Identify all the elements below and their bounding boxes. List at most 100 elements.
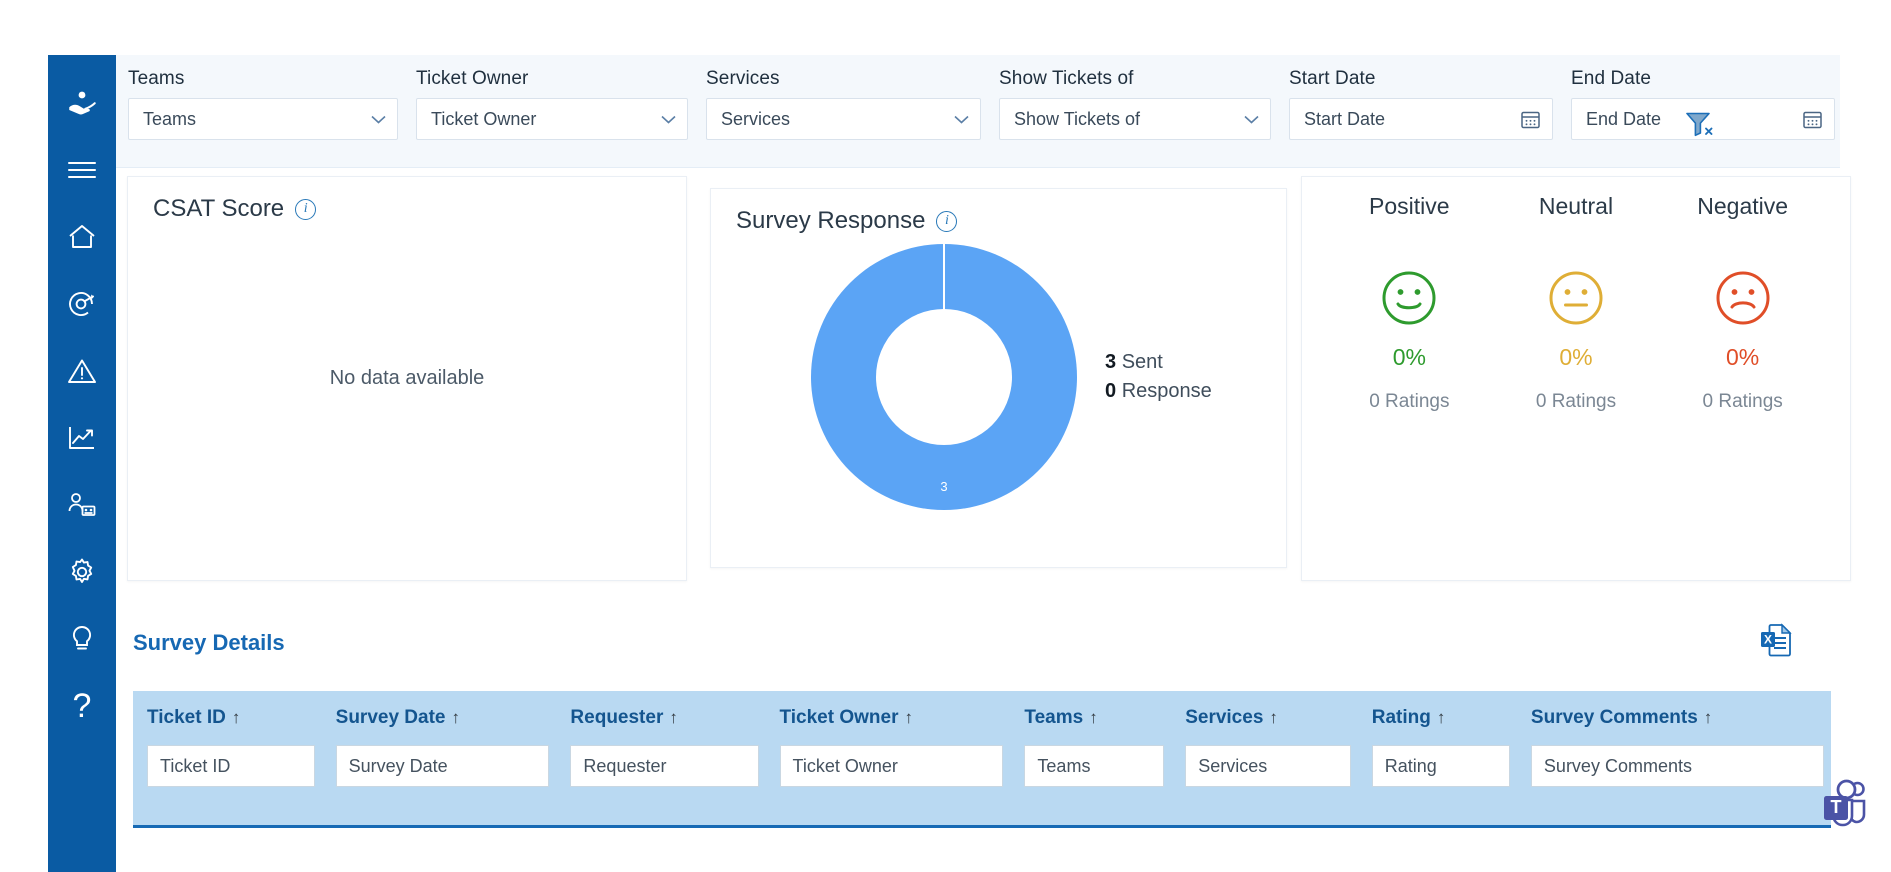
donut-chart[interactable]: 3 — [811, 244, 1077, 510]
column-header-survey-date[interactable]: Survey Date ↑ — [321, 691, 557, 745]
sentiment-neutral: Neutral 0% 0 Ratings — [1496, 193, 1656, 580]
filter-services-label: Services — [706, 68, 780, 89]
sentiment-negative-ratings: 0 Ratings — [1702, 391, 1783, 412]
dashboard-gauge-icon[interactable] — [48, 270, 116, 337]
csat-score-card: CSAT Score i No data available — [127, 176, 687, 581]
filter-cell-ticket-owner: Ticket Owner — [765, 745, 1011, 801]
filter-cell-teams: Teams — [1010, 745, 1172, 801]
table-bottom-border — [133, 825, 1831, 828]
calendar-icon[interactable] — [1520, 109, 1541, 130]
sentiment-positive-percent: 0% — [1392, 344, 1426, 370]
left-sidebar: ? — [48, 55, 116, 872]
sort-asc-icon[interactable]: ↑ — [232, 708, 241, 727]
legend-sent: 3 Sent — [1105, 348, 1212, 377]
svg-text:X: X — [1764, 633, 1772, 647]
teams-dropdown[interactable]: Teams — [128, 98, 398, 140]
sort-asc-icon[interactable]: ↑ — [451, 708, 460, 727]
filter-input-rating[interactable]: Rating — [1371, 745, 1510, 787]
table-filter-row: Ticket ID Survey Date Requester Ticket O… — [133, 745, 1831, 801]
sentiment-positive-ratings: 0 Ratings — [1369, 391, 1450, 412]
donut-gap — [943, 244, 945, 310]
table-header-row: Ticket ID ↑ Survey Date ↑ Requester ↑ Ticke… — [133, 691, 1831, 745]
chevron-down-icon — [954, 111, 969, 128]
filter-input-services[interactable]: Services — [1185, 745, 1351, 787]
sentiment-negative-percent: 0% — [1726, 344, 1760, 370]
start-date-value: Start Date — [1304, 108, 1386, 129]
legend-response-label: Response — [1121, 380, 1212, 402]
teams-dropdown-value: Teams — [143, 108, 197, 129]
user-management-icon[interactable] — [48, 471, 116, 538]
filter-start-date: Start Date Start Date — [1289, 68, 1553, 140]
kpi-cards-row: CSAT Score i No data available Survey Re… — [116, 176, 1851, 600]
ticket-owner-dropdown[interactable]: Ticket Owner — [416, 98, 688, 140]
sentiment-neutral-ratings: 0 Ratings — [1535, 391, 1617, 412]
analytics-chart-icon[interactable] — [48, 404, 116, 471]
column-header-survey-comments[interactable]: Survey Comments ↑ — [1516, 691, 1831, 745]
column-header-ticket-id[interactable]: Ticket ID ↑ — [133, 691, 322, 745]
filter-cell-requester: Requester — [556, 745, 766, 801]
sort-asc-icon[interactable]: ↑ — [669, 708, 678, 727]
sort-asc-icon[interactable]: ↑ — [1269, 708, 1278, 727]
filter-input-ticket-owner[interactable]: Ticket Owner — [779, 745, 1004, 787]
filter-show-tickets-of: Show Tickets of Show Tickets of — [999, 68, 1271, 140]
legend-sent-label: Sent — [1121, 351, 1163, 373]
filter-cell-ticket-id: Ticket ID — [133, 745, 322, 801]
alert-warning-icon[interactable] — [48, 337, 116, 404]
sentiment-negative: Negative 0% 0 Ratings — [1663, 193, 1823, 580]
filter-input-requester[interactable]: Requester — [570, 745, 759, 787]
survey-response-chart: 3 3 Sent 0 Response — [811, 244, 1212, 510]
info-icon[interactable]: i — [936, 210, 958, 232]
smiley-happy-icon — [1329, 268, 1489, 328]
legend-sent-value: 3 — [1105, 351, 1117, 373]
help-question-icon[interactable]: ? — [48, 672, 116, 739]
clear-filter-funnel-icon[interactable] — [1680, 104, 1720, 144]
donut-legend: 3 Sent 0 Response — [1105, 348, 1212, 406]
sort-asc-icon[interactable]: ↑ — [1704, 708, 1713, 727]
survey-details-table: Ticket ID ↑ Survey Date ↑ Requester ↑ Ticke… — [133, 691, 1831, 801]
chevron-down-icon — [1244, 111, 1259, 128]
csat-dashboard-page: ? Teams Teams Ticket Owner Ticket Owner — [0, 0, 1891, 872]
filter-input-teams[interactable]: Teams — [1024, 745, 1165, 787]
sentiment-card: Positive 0% 0 Ratings Neutral 0% 0 Ratin… — [1301, 176, 1851, 581]
sort-asc-icon[interactable]: ↑ — [1437, 708, 1446, 727]
sentiment-neutral-label: Neutral — [1538, 193, 1614, 219]
support-hand-icon[interactable] — [48, 69, 116, 136]
sentiment-negative-label: Negative — [1697, 193, 1789, 219]
survey-details-header: Survey Details X — [116, 611, 1840, 662]
filter-input-survey-date[interactable]: Survey Date — [335, 745, 550, 787]
sort-asc-icon[interactable]: ↑ — [1089, 708, 1098, 727]
column-header-services[interactable]: Services ↑ — [1171, 691, 1358, 745]
filter-show-tickets-of-label: Show Tickets of — [999, 68, 1134, 89]
filter-teams: Teams Teams — [128, 68, 398, 140]
settings-gear-icon[interactable] — [48, 538, 116, 605]
column-header-ticket-owner[interactable]: Ticket Owner ↑ — [765, 691, 1011, 745]
survey-response-card-title: Survey Response i — [711, 189, 1286, 235]
show-tickets-of-dropdown[interactable]: Show Tickets of — [999, 98, 1271, 140]
excel-export-icon[interactable]: X — [1760, 623, 1792, 662]
filter-input-ticket-id[interactable]: Ticket ID — [147, 745, 315, 787]
filter-start-date-label: Start Date — [1289, 68, 1376, 89]
chevron-down-icon — [661, 111, 676, 128]
filter-cell-rating: Rating — [1357, 745, 1517, 801]
sort-asc-icon[interactable]: ↑ — [904, 708, 913, 727]
filter-ticket-owner: Ticket Owner Ticket Owner — [416, 68, 688, 140]
lightbulb-icon[interactable] — [48, 605, 116, 672]
services-dropdown[interactable]: Services — [706, 98, 981, 140]
microsoft-teams-icon[interactable]: T — [1820, 778, 1872, 830]
smiley-neutral-icon — [1496, 268, 1656, 328]
calendar-icon[interactable] — [1802, 109, 1823, 130]
column-header-rating[interactable]: Rating ↑ — [1357, 691, 1517, 745]
sentiment-positive: Positive 0% 0 Ratings — [1329, 193, 1489, 580]
hamburger-menu-icon[interactable] — [48, 136, 116, 203]
survey-details-title: Survey Details — [133, 629, 285, 655]
filter-ticket-owner-label: Ticket Owner — [416, 68, 529, 89]
home-icon[interactable] — [48, 203, 116, 270]
filter-teams-label: Teams — [128, 68, 185, 89]
donut-hole — [876, 309, 1012, 445]
sentiment-neutral-percent: 0% — [1559, 344, 1593, 370]
column-header-teams[interactable]: Teams ↑ — [1010, 691, 1172, 745]
show-tickets-of-dropdown-value: Show Tickets of — [1014, 108, 1141, 129]
column-header-requester[interactable]: Requester ↑ — [556, 691, 766, 745]
start-date-input[interactable]: Start Date — [1289, 98, 1553, 140]
filter-input-survey-comments[interactable]: Survey Comments — [1530, 745, 1824, 787]
